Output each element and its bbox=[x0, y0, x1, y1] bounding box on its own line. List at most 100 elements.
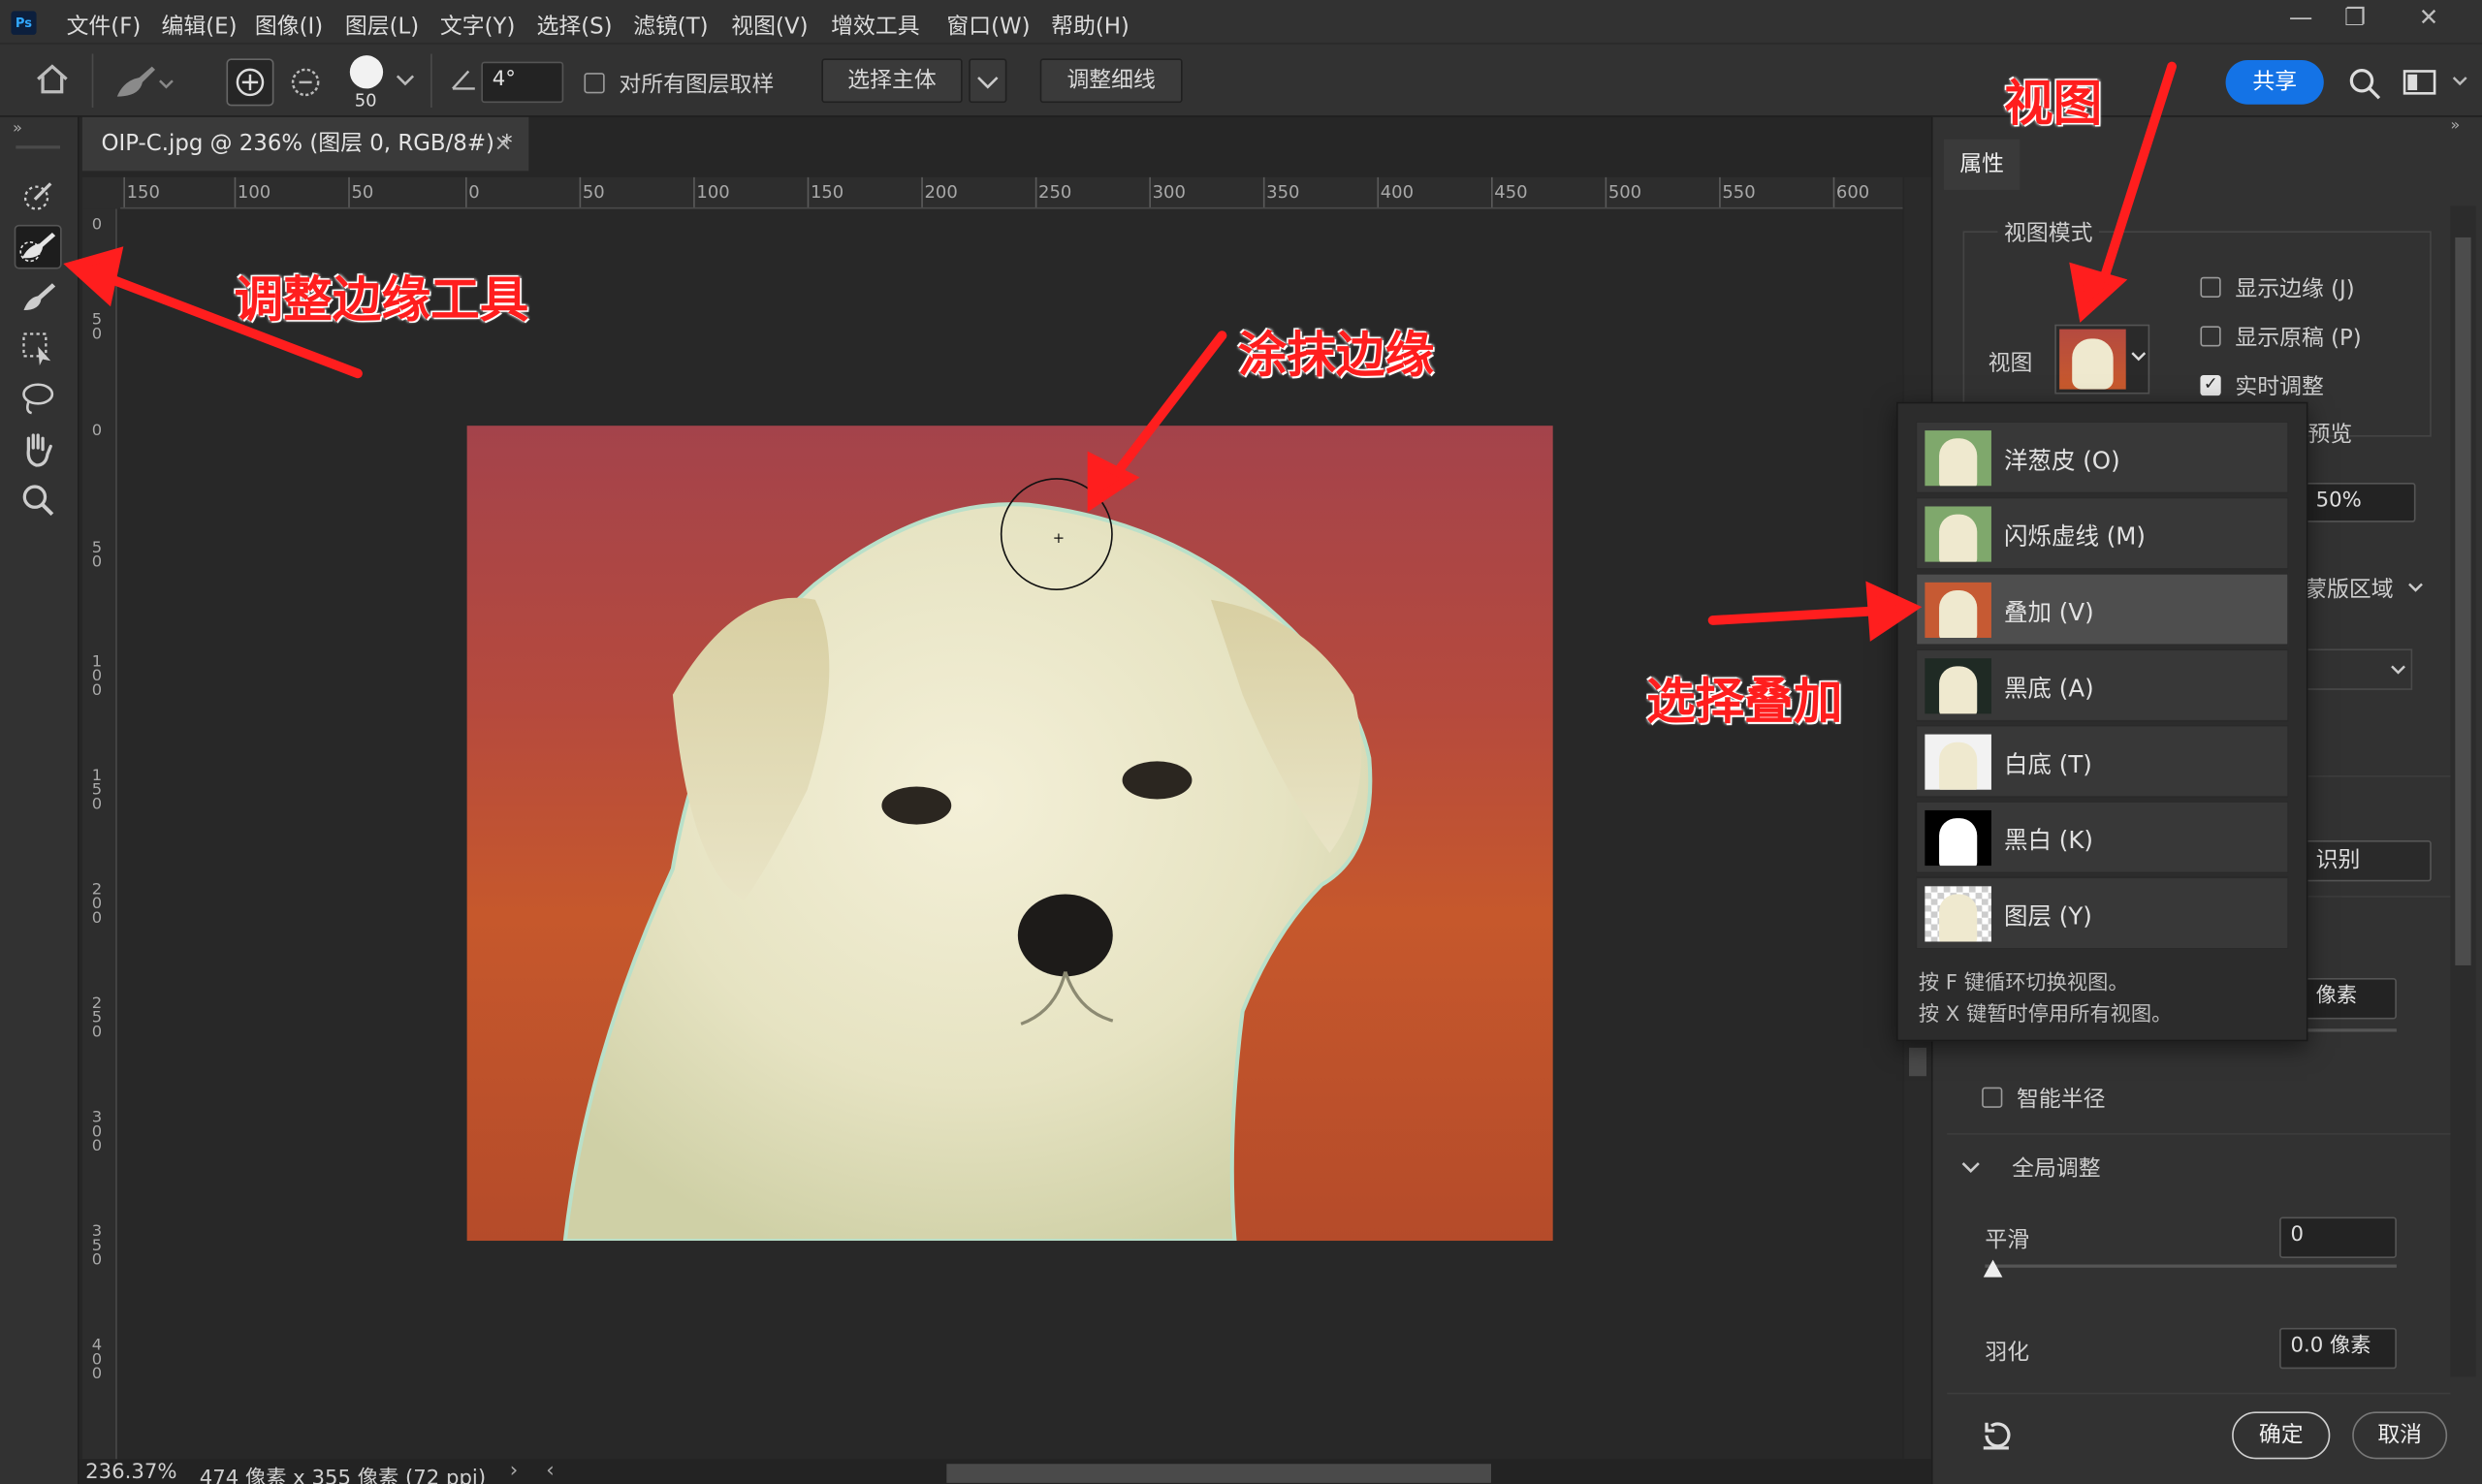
photoshop-logo-icon: Ps bbox=[11, 11, 37, 35]
brush-preview-dot[interactable] bbox=[349, 55, 384, 89]
home-icon[interactable] bbox=[35, 63, 70, 95]
separator bbox=[430, 53, 432, 109]
smooth-slider[interactable] bbox=[1985, 1264, 2397, 1268]
menu-item[interactable]: 窗口(W) bbox=[946, 10, 1030, 42]
scroll-thumb[interactable] bbox=[2455, 237, 2471, 965]
subtract-circle-icon[interactable] bbox=[285, 60, 326, 105]
menu-item[interactable]: 编辑(E) bbox=[162, 10, 238, 42]
zoom-tool-icon[interactable] bbox=[15, 478, 62, 522]
ruler-tick-label: 50 bbox=[351, 181, 374, 203]
workspace-icon[interactable] bbox=[2402, 68, 2437, 96]
panel-scrollbar[interactable] bbox=[2450, 205, 2476, 1377]
refine-edge-brush-icon[interactable] bbox=[111, 62, 174, 103]
show-original-checkbox[interactable] bbox=[2200, 326, 2221, 347]
chevron-left-icon[interactable]: ‹ bbox=[546, 1459, 554, 1482]
dropdown-box[interactable] bbox=[2305, 648, 2413, 690]
view-mode-option[interactable]: 白底 (T) bbox=[1915, 724, 2289, 798]
view-mode-option[interactable]: 叠加 (V) bbox=[1915, 573, 2289, 647]
document-tab[interactable]: OIP-C.jpg @ 236% (图层 0, RGB/8#) * × bbox=[81, 116, 529, 172]
chevron-right-icon[interactable]: › bbox=[510, 1459, 518, 1482]
mask-area-dropdown[interactable]: 蒙版区域 bbox=[2305, 573, 2393, 605]
ruler-tick-label: 400 bbox=[1380, 181, 1415, 203]
brush-tool-icon[interactable] bbox=[15, 275, 62, 320]
quick-selection-tool-icon[interactable] bbox=[15, 174, 62, 219]
scroll-thumb[interactable] bbox=[946, 1464, 1492, 1483]
detect-button[interactable]: 识别 bbox=[2305, 839, 2432, 882]
minimize-button[interactable]: — bbox=[2289, 3, 2312, 31]
slider-thumb-icon[interactable] bbox=[1982, 1258, 2004, 1280]
share-button[interactable]: 共享 bbox=[2225, 60, 2324, 105]
chevron-down-icon[interactable] bbox=[2406, 581, 2426, 596]
restore-button[interactable]: ❐ bbox=[2344, 3, 2366, 31]
sample-all-layers-label: 对所有图层取样 bbox=[619, 73, 775, 99]
ruler-tick-label: 3 0 0 bbox=[91, 1109, 103, 1155]
show-edge-checkbox[interactable] bbox=[2200, 276, 2221, 298]
chevron-down-icon[interactable] bbox=[1959, 1160, 1982, 1176]
view-mode-option[interactable]: 闪烁虚线 (M) bbox=[1915, 496, 2289, 570]
refine-edge-tool-icon[interactable] bbox=[14, 224, 62, 269]
ok-button[interactable]: 确定 bbox=[2232, 1411, 2331, 1460]
close-window-button[interactable]: ✕ bbox=[2419, 3, 2439, 31]
annotation-tool: 调整边缘工具 bbox=[234, 271, 529, 330]
feather-input[interactable]: 0.0 像素 bbox=[2279, 1327, 2397, 1370]
ruler-tick bbox=[579, 176, 582, 207]
menu-item[interactable]: 视图(V) bbox=[731, 10, 808, 42]
realtime-label: 实时调整 bbox=[2235, 374, 2324, 401]
search-icon[interactable] bbox=[2347, 67, 2382, 102]
view-mode-option[interactable]: 洋葱皮 (O) bbox=[1915, 421, 2289, 494]
add-mode-button[interactable] bbox=[226, 58, 274, 107]
ruler-tick bbox=[1034, 176, 1037, 207]
sample-all-layers-checkbox[interactable] bbox=[584, 73, 605, 94]
opacity-input[interactable]: 50% bbox=[2305, 482, 2416, 522]
show-original-label: 显示原稿 (P) bbox=[2235, 326, 2362, 352]
view-mode-option[interactable]: 图层 (Y) bbox=[1915, 876, 2289, 950]
ruler-tick-label: 3 5 0 bbox=[91, 1223, 103, 1270]
menu-item[interactable]: 增效工具 bbox=[831, 10, 919, 42]
tools-panel: » bbox=[0, 116, 80, 1484]
menu-item[interactable]: 图层(L) bbox=[345, 10, 419, 42]
view-mode-option[interactable]: 黑白 (K) bbox=[1915, 801, 2289, 874]
view-thumbnail bbox=[1925, 506, 1991, 562]
menu-item[interactable]: 帮助(H) bbox=[1051, 10, 1130, 42]
menu-item[interactable]: 图像(I) bbox=[255, 10, 323, 42]
menu-item[interactable]: 文件(F) bbox=[67, 10, 142, 42]
view-mode-selector[interactable] bbox=[2054, 324, 2150, 395]
brush-size-value: 50 bbox=[354, 90, 377, 111]
collapse-panel-icon[interactable]: » bbox=[2450, 117, 2460, 135]
ruler-tick-label: 150 bbox=[126, 181, 160, 203]
view-thumbnail bbox=[1925, 886, 1991, 942]
object-selection-tool-icon[interactable] bbox=[15, 326, 62, 370]
cancel-button[interactable]: 取消 bbox=[2352, 1411, 2448, 1460]
expand-toolbar-icon[interactable]: » bbox=[13, 120, 22, 138]
ruler-tick bbox=[693, 176, 695, 207]
reset-icon[interactable] bbox=[1979, 1418, 2014, 1453]
properties-tab[interactable]: 属性 bbox=[1943, 139, 2021, 190]
hand-tool-icon[interactable] bbox=[15, 427, 62, 472]
view-mode-option[interactable]: 黑底 (A) bbox=[1915, 648, 2289, 722]
smart-radius-checkbox[interactable] bbox=[1982, 1087, 2003, 1108]
menu-item[interactable]: 文字(Y) bbox=[440, 10, 516, 42]
view-option-label: 叠加 (V) bbox=[2003, 598, 2094, 627]
zoom-level[interactable]: 236.37% bbox=[85, 1461, 176, 1484]
crosshair-icon: + bbox=[1052, 531, 1066, 548]
radius-input[interactable]: 像素 bbox=[2305, 978, 2397, 1020]
chevron-down-icon[interactable] bbox=[2450, 75, 2469, 90]
chevron-down-icon[interactable] bbox=[395, 73, 417, 88]
scroll-thumb[interactable] bbox=[1909, 1047, 1926, 1077]
realtime-checkbox[interactable] bbox=[2200, 373, 2221, 396]
ruler-tick-label: 100 bbox=[696, 181, 730, 203]
menu-item[interactable]: 滤镜(T) bbox=[633, 10, 709, 42]
smooth-input[interactable]: 0 bbox=[2279, 1216, 2397, 1258]
refine-hair-button[interactable]: 调整细线 bbox=[1039, 58, 1183, 104]
grip bbox=[16, 145, 61, 149]
close-tab-icon[interactable]: × bbox=[493, 117, 512, 172]
smooth-label: 平滑 bbox=[1985, 1227, 2030, 1254]
select-subject-button[interactable]: 选择主体 bbox=[821, 58, 963, 104]
ruler-tick bbox=[1491, 176, 1493, 207]
menu-item[interactable]: 选择(S) bbox=[536, 10, 612, 42]
lasso-tool-icon[interactable] bbox=[15, 377, 62, 422]
angle-input[interactable]: 4° bbox=[481, 61, 564, 104]
select-subject-dropdown[interactable] bbox=[969, 58, 1007, 104]
ruler-tick-label: 300 bbox=[1152, 181, 1186, 203]
ruler-tick bbox=[1605, 176, 1607, 207]
